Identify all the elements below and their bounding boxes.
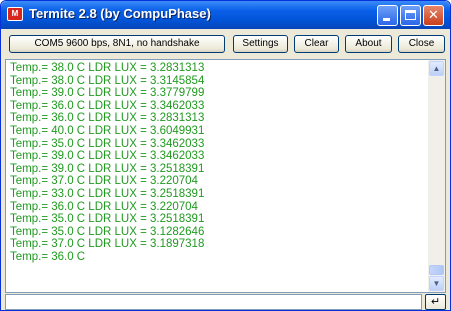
log-line: Temp.= 36.0 C LDR LUX = 3.2831313 bbox=[10, 112, 205, 125]
minimize-button[interactable] bbox=[377, 5, 398, 26]
log-line: Temp.= 36.0 C LDR LUX = 3.220704 bbox=[10, 200, 198, 213]
log-line: Temp.= 36.0 C bbox=[10, 250, 86, 263]
send-row: ↵ bbox=[5, 294, 446, 310]
close-button[interactable]: Close bbox=[398, 35, 445, 53]
log-lines: Temp.= 38.0 C LDR LUX = 3.2831313 Temp.= … bbox=[10, 62, 420, 264]
vertical-scrollbar[interactable]: ▲ ▼ bbox=[428, 60, 445, 292]
termite-app-icon: M bbox=[7, 7, 23, 21]
scroll-down-arrow-icon[interactable]: ▼ bbox=[429, 276, 444, 291]
send-input[interactable] bbox=[5, 294, 422, 310]
maximize-button[interactable] bbox=[400, 5, 421, 26]
log-line: Temp.= 39.0 C LDR LUX = 3.3779799 bbox=[10, 87, 205, 100]
log-line: Temp.= 37.0 C LDR LUX = 3.220704 bbox=[10, 175, 198, 188]
log-line: Temp.= 35.0 C LDR LUX = 3.2518391 bbox=[10, 213, 205, 226]
termite-window: M Termite 2.8 (by CompuPhase) ✕ COM5 960… bbox=[0, 0, 451, 311]
close-window-button[interactable]: ✕ bbox=[423, 5, 444, 26]
log-line: Temp.= 38.0 C LDR LUX = 3.3145854 bbox=[10, 74, 205, 87]
log-line: Temp.= 40.0 C LDR LUX = 3.6049931 bbox=[10, 124, 205, 137]
window-title: Termite 2.8 (by CompuPhase) bbox=[29, 6, 211, 21]
about-button[interactable]: About bbox=[345, 35, 392, 53]
toolbar: COM5 9600 bps, 8N1, no handshake Setting… bbox=[1, 29, 450, 59]
clear-button[interactable]: Clear bbox=[294, 35, 339, 53]
title-bar[interactable]: M Termite 2.8 (by CompuPhase) ✕ bbox=[1, 1, 450, 29]
log-line: Temp.= 39.0 C LDR LUX = 3.3462033 bbox=[10, 150, 205, 163]
log-line: Temp.= 33.0 C LDR LUX = 3.2518391 bbox=[10, 187, 205, 200]
enter-icon[interactable]: ↵ bbox=[425, 294, 446, 310]
port-settings-status-button[interactable]: COM5 9600 bps, 8N1, no handshake bbox=[9, 35, 225, 53]
log-line: Temp.= 37.0 C LDR LUX = 3.1897318 bbox=[10, 238, 205, 251]
log-line: Temp.= 39.0 C LDR LUX = 3.2518391 bbox=[10, 162, 205, 175]
scroll-up-arrow-icon[interactable]: ▲ bbox=[429, 61, 444, 76]
log-line: Temp.= 35.0 C LDR LUX = 3.3462033 bbox=[10, 137, 205, 150]
settings-button[interactable]: Settings bbox=[233, 35, 288, 53]
scrollbar-thumb[interactable] bbox=[429, 265, 444, 275]
log-line: Temp.= 38.0 C LDR LUX = 3.2831313 bbox=[10, 62, 205, 74]
output-log[interactable]: Temp.= 38.0 C LDR LUX = 3.2831313 Temp.= … bbox=[5, 59, 446, 293]
log-line: Temp.= 35.0 C LDR LUX = 3.1282646 bbox=[10, 225, 205, 238]
log-line: Temp.= 36.0 C LDR LUX = 3.3462033 bbox=[10, 99, 205, 112]
